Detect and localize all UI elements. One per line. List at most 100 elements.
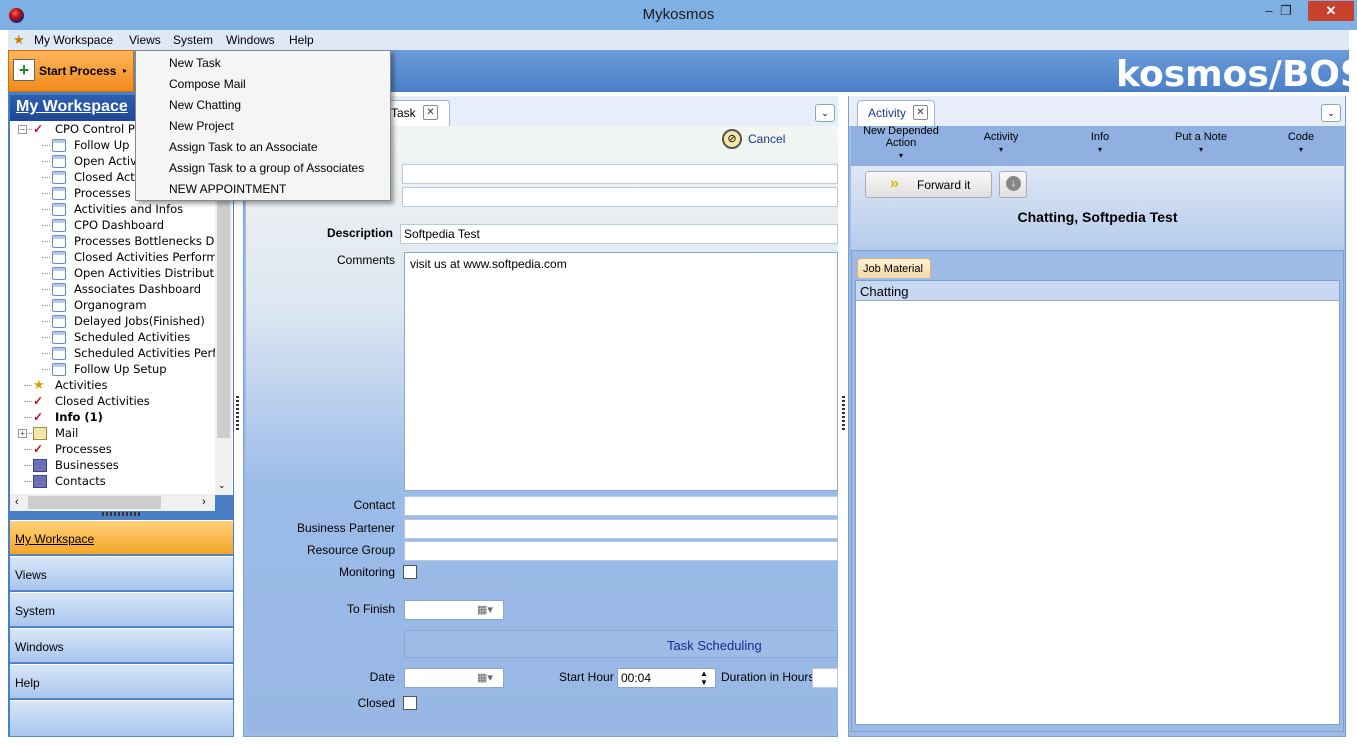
activity-subject: Chatting, Softpedia Test	[1017, 209, 1178, 225]
close-tab-icon[interactable]: ✕	[913, 105, 928, 120]
calendar-icon[interactable]: ▦▾	[477, 603, 493, 616]
nav-system[interactable]: System	[10, 592, 233, 627]
tree-item[interactable]: Open Activi	[74, 154, 140, 170]
task-scheduling-group: Task Scheduling	[404, 630, 838, 658]
tree-item[interactable]: Follow Up Setup	[74, 362, 167, 378]
menu-item-new-project[interactable]: New Project	[169, 119, 234, 139]
menu-views[interactable]: Views	[129, 33, 161, 47]
tree-item[interactable]: Processes	[55, 442, 112, 458]
collapse-icon[interactable]: −	[18, 125, 27, 134]
tree-item[interactable]: Info (1)	[55, 410, 103, 426]
tree-item[interactable]: Open Activities Distributi	[74, 266, 217, 282]
nav-views-label: Views	[15, 568, 47, 582]
menu-help[interactable]: Help	[289, 33, 314, 47]
left-splitter[interactable]	[236, 396, 239, 432]
action-info[interactable]: Info ▾	[1064, 131, 1136, 155]
center-splitter[interactable]	[842, 396, 845, 432]
tree-connector	[42, 177, 50, 178]
tree-item[interactable]: Businesses	[55, 458, 119, 474]
nav-views[interactable]: Views	[10, 556, 233, 591]
action-new-depended[interactable]: New Depended Action ▾	[856, 125, 946, 161]
menu-windows[interactable]: Windows	[226, 33, 275, 47]
description-field[interactable]: Softpedia Test	[400, 224, 838, 244]
menu-item-assign-task[interactable]: Assign Task to an Associate	[169, 140, 318, 160]
comments-textarea[interactable]: visit us at www.softpedia.com	[404, 252, 838, 491]
workspace-header-label: My Workspace	[16, 98, 128, 115]
business-partner-field[interactable]	[404, 519, 838, 539]
tree-item[interactable]: Closed Activities Perform	[74, 250, 218, 266]
doc-icon	[52, 299, 66, 312]
contact-field[interactable]	[404, 496, 838, 516]
center-panel-menu-button[interactable]: ⌄	[815, 104, 835, 122]
tree-item[interactable]: Closed Acti	[74, 170, 138, 186]
maximize-button[interactable]: ❐	[1271, 1, 1301, 21]
job-material-list[interactable]	[855, 280, 1340, 725]
close-tab-icon[interactable]: ✕	[423, 105, 438, 120]
resource-group-field[interactable]	[404, 541, 838, 561]
menu-item-new-appointment[interactable]: NEW APPOINTMENT	[169, 182, 286, 202]
action-info-label: Info	[1090, 131, 1110, 143]
tree-item[interactable]: Mail	[55, 426, 78, 442]
menu-item-compose-mail[interactable]: Compose Mail	[169, 77, 246, 97]
menu-item-new-task[interactable]: New Task	[169, 56, 221, 76]
tree-item[interactable]: Associates Dashboard	[74, 282, 201, 298]
cancel-icon[interactable]: ⊘	[722, 129, 742, 149]
scroll-left-icon[interactable]: ‹	[15, 496, 19, 508]
tree-item[interactable]: Processes Bottlenecks D	[74, 234, 214, 250]
close-button[interactable]: ✕	[1308, 1, 1354, 21]
tree-item[interactable]: CPO Dashboard	[74, 218, 164, 234]
tree-item[interactable]: CPO Control P	[55, 122, 135, 138]
duration-field[interactable]	[812, 668, 838, 688]
star-icon: ★	[33, 377, 45, 392]
tree-connector	[42, 145, 50, 146]
doc-icon	[52, 267, 66, 280]
tree-item[interactable]: Delayed Jobs(Finished)	[74, 314, 205, 330]
nav-help[interactable]: Help	[10, 664, 233, 699]
menu-system[interactable]: System	[173, 33, 213, 47]
tree-item[interactable]: Activities and Infos	[74, 202, 183, 218]
calendar-icon[interactable]: ▦▾	[477, 671, 493, 684]
workspace-menu-icon: ★	[13, 32, 25, 47]
download-button[interactable]: ↓	[999, 171, 1027, 198]
tab-activity[interactable]: Activity ✕	[857, 100, 935, 126]
tree-item[interactable]: Processes	[74, 186, 131, 202]
tree-item[interactable]: Activities	[55, 378, 107, 394]
menu-item-new-chatting[interactable]: New Chatting	[169, 98, 241, 118]
closed-checkbox[interactable]	[403, 696, 417, 710]
action-put-a-note[interactable]: Put a Note ▾	[1160, 131, 1242, 155]
start-hour-input[interactable]: 00:04 ▲ ▼	[617, 668, 716, 688]
closed-label: Closed	[357, 696, 395, 710]
tree-horizontal-thumb[interactable]	[28, 496, 161, 509]
nav-my-workspace[interactable]: My Workspace	[10, 520, 233, 555]
start-process-button[interactable]: + Start Process ▸	[8, 50, 134, 92]
tree-item[interactable]: Contacts	[55, 474, 106, 490]
tree-item[interactable]: Organogram	[74, 298, 147, 314]
tab-job-material[interactable]: Job Material	[857, 258, 931, 278]
date-picker[interactable]: ▦▾	[404, 668, 504, 688]
subject-field[interactable]	[402, 164, 838, 184]
nav-windows[interactable]: Windows	[10, 628, 233, 663]
tree-item[interactable]: Scheduled Activities Perf	[74, 346, 216, 362]
tree-item[interactable]: Follow Up	[74, 138, 129, 154]
spinner-icon[interactable]: ▲ ▼	[700, 669, 708, 687]
action-activity[interactable]: Activity ▾	[965, 131, 1037, 155]
cancel-button[interactable]: Cancel	[748, 132, 785, 146]
expand-icon[interactable]: +	[18, 429, 27, 438]
tab-task-label: Task	[391, 106, 416, 120]
job-material-header[interactable]: Chatting	[856, 281, 1339, 301]
to-finish-date-picker[interactable]: ▦▾	[404, 600, 504, 620]
forward-button[interactable]: » Forward it	[865, 171, 992, 198]
tree-item[interactable]: Scheduled Activities	[74, 330, 190, 346]
right-panel-menu-button[interactable]: ⌄	[1321, 104, 1341, 122]
panel-resize-grip[interactable]	[102, 512, 140, 516]
secondary-field[interactable]	[402, 187, 838, 207]
menu-item-assign-task-group[interactable]: Assign Task to a group of Associates	[169, 161, 364, 181]
tree-item[interactable]: Closed Activities	[55, 394, 150, 410]
action-code[interactable]: Code ▾	[1265, 131, 1337, 155]
scroll-down-icon[interactable]: ⌄	[218, 480, 226, 491]
action-code-label: Code	[1287, 131, 1315, 143]
menu-my-workspace[interactable]: My Workspace	[34, 33, 113, 47]
monitoring-checkbox[interactable]	[403, 565, 417, 579]
scroll-right-icon[interactable]: ›	[202, 496, 206, 508]
tree-connector	[42, 209, 50, 210]
